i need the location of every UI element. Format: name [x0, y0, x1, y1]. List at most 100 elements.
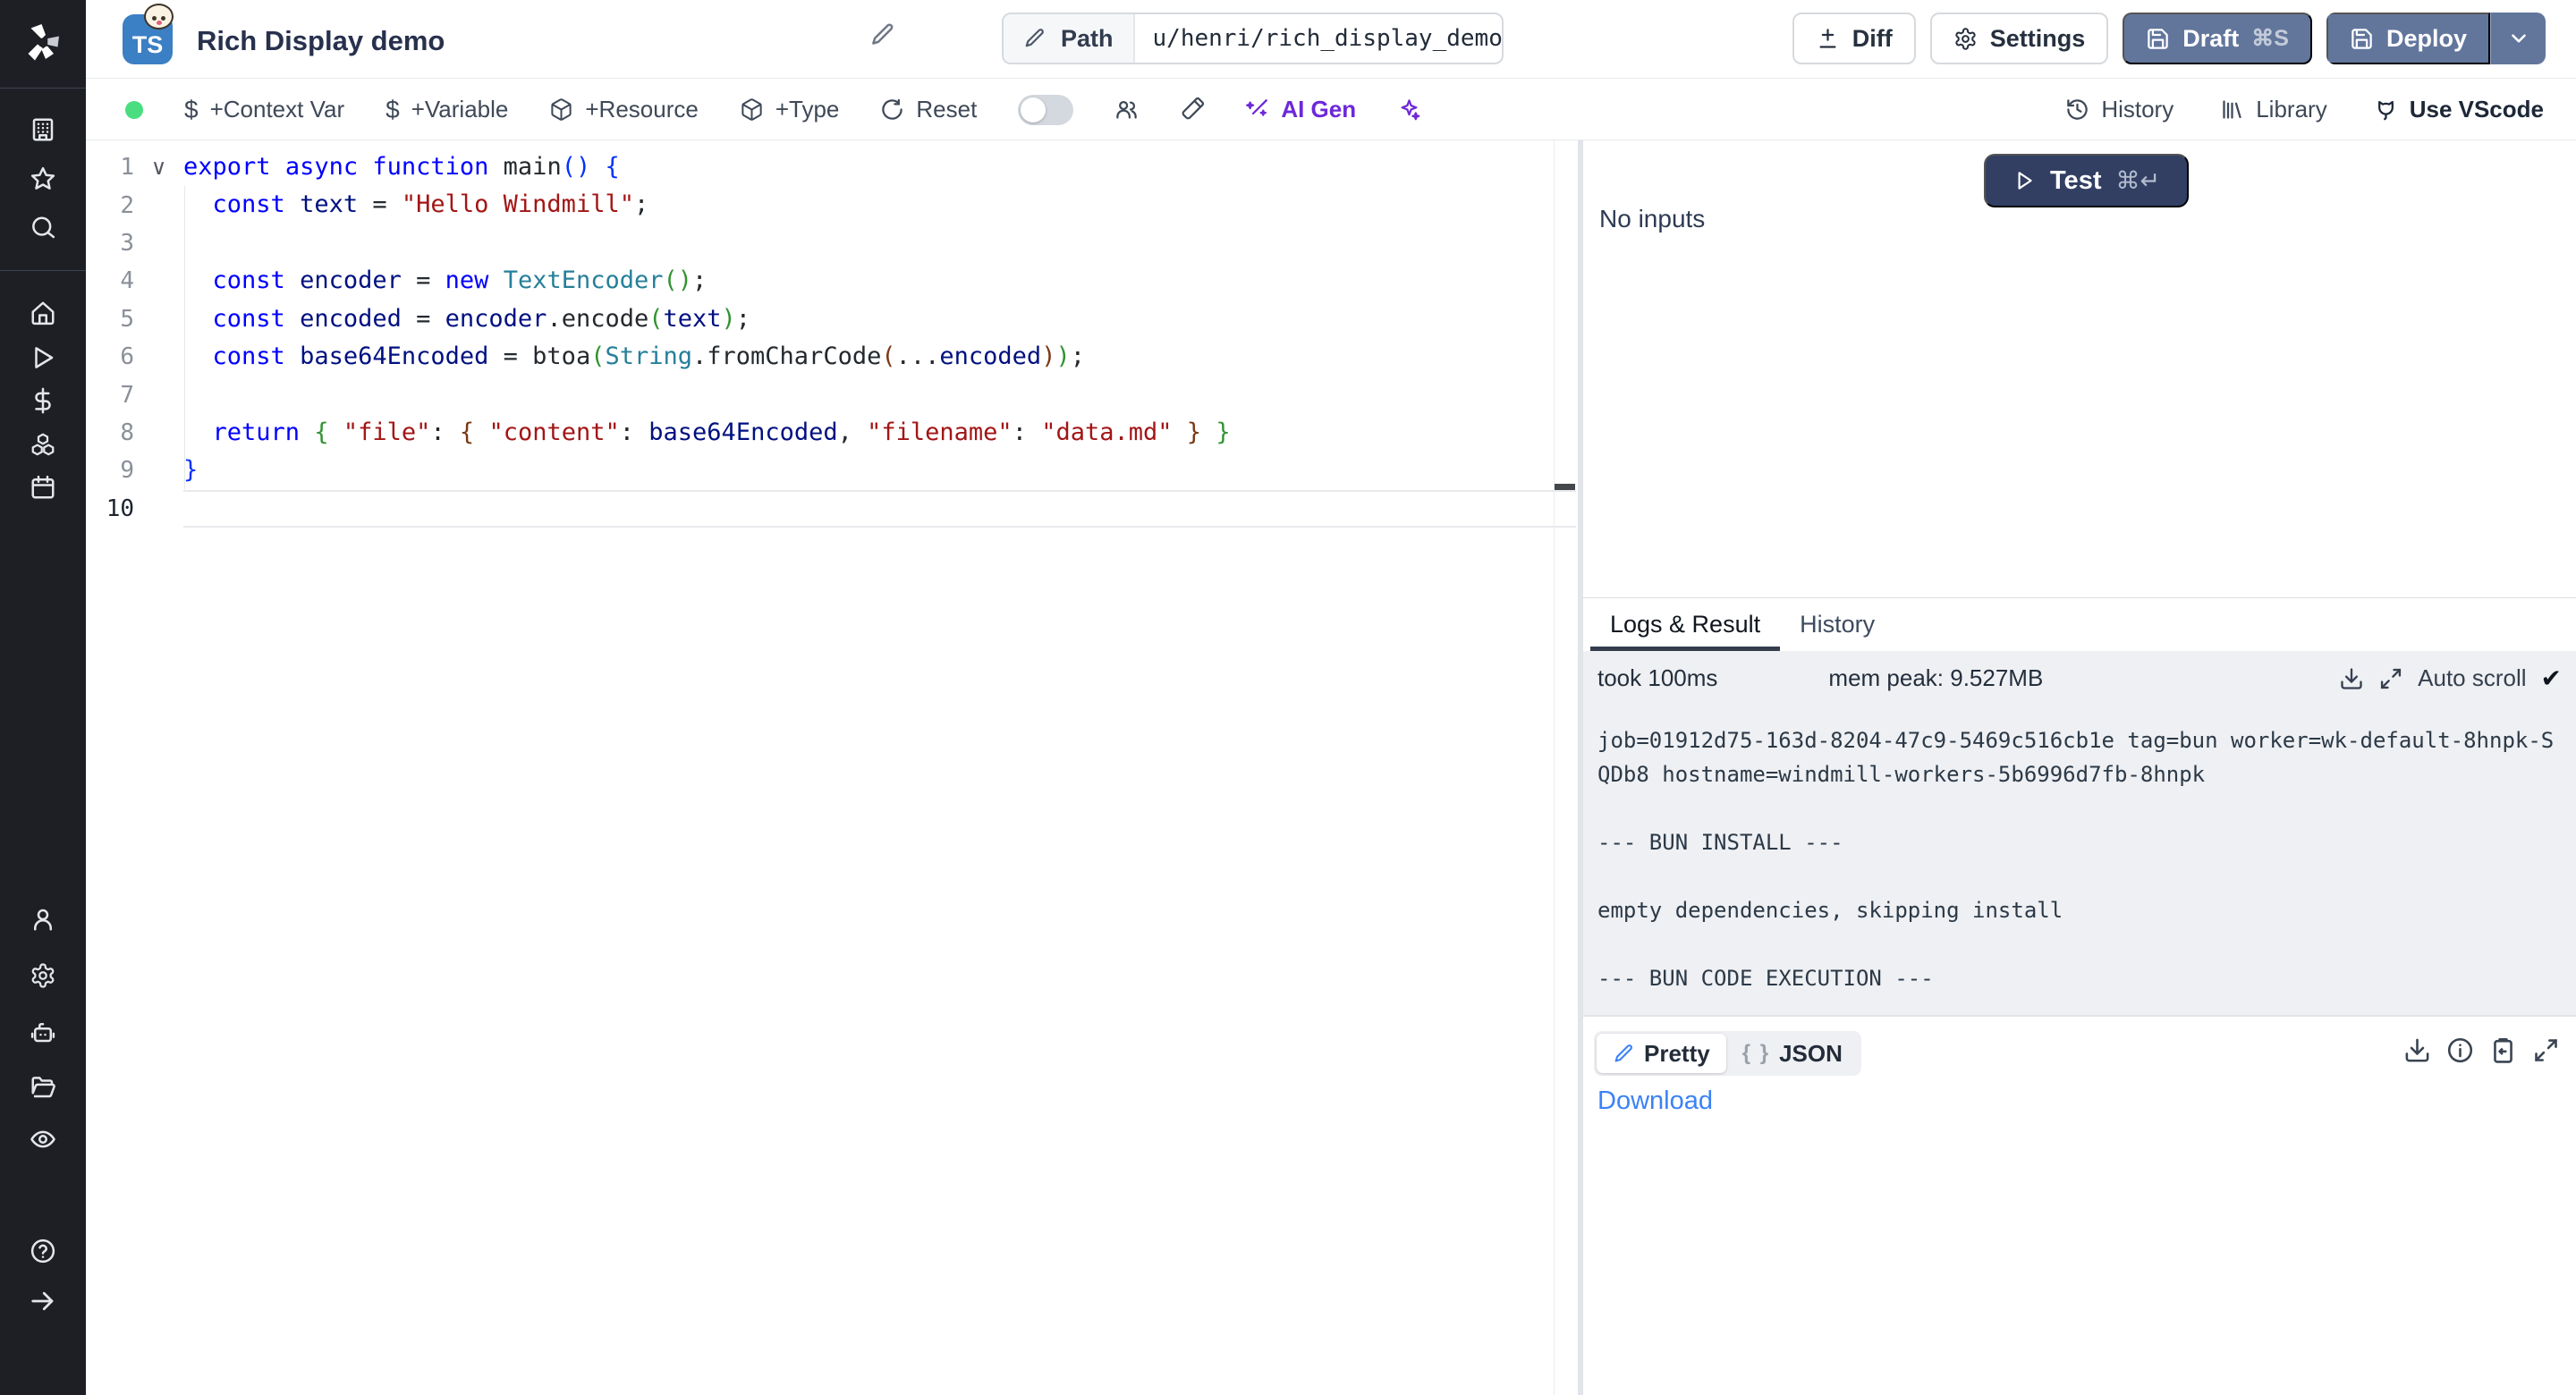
edit-path-button[interactable]: Path	[1004, 14, 1135, 63]
tab-history[interactable]: History	[1780, 598, 1894, 651]
code-line[interactable]: 4 const encoder = new TextEncoder();	[86, 262, 1578, 300]
dollar-icon: $	[386, 96, 400, 124]
code-editor[interactable]: 1∨export async function main() {2 const …	[86, 140, 1578, 1395]
run-panel: Test ⌘↵ No inputs Logs & Result History …	[1583, 140, 2576, 1395]
sidebar-item-workers[interactable]	[30, 1019, 56, 1045]
sidebar-item-schedules[interactable]	[30, 474, 56, 501]
code-line[interactable]: 9}	[86, 452, 1578, 489]
add-type-label: +Type	[775, 96, 840, 123]
code-line[interactable]: 2 const text = "Hello Windmill";	[86, 186, 1578, 224]
deploy-more-button[interactable]	[2490, 13, 2546, 64]
add-context-var-button[interactable]: $ +Context Var	[184, 96, 344, 124]
sidebar-item-account[interactable]	[30, 906, 56, 933]
json-view-button[interactable]: { } JSON	[1726, 1034, 1859, 1073]
code-line-text[interactable]: return { "file": { "content": base64Enco…	[183, 414, 1578, 452]
help-circle-icon	[30, 1238, 56, 1264]
calendar-icon	[30, 474, 56, 501]
chevron-down-icon	[2507, 27, 2530, 50]
play-icon	[2012, 169, 2036, 192]
code-line-text[interactable]: const text = "Hello Windmill";	[183, 186, 1578, 224]
code-line-text[interactable]: const encoded = encoder.encode(text);	[183, 300, 1578, 338]
expand-result-icon[interactable]	[2532, 1036, 2560, 1064]
reset-button[interactable]: Reset	[880, 96, 977, 123]
code-line-text[interactable]	[183, 490, 1576, 528]
sidebar-item-folders[interactable]	[30, 1074, 56, 1101]
test-button[interactable]: Test ⌘↵	[1984, 154, 2189, 207]
diff-button[interactable]: Diff	[1792, 13, 1916, 64]
add-resource-button[interactable]: +Resource	[549, 96, 698, 123]
code-line[interactable]: 1∨export async function main() {	[86, 148, 1578, 186]
sidebar-item-workspace[interactable]	[30, 116, 56, 143]
library-button[interactable]: Library	[2220, 96, 2326, 123]
auto-scroll-check-icon[interactable]: ✔	[2541, 664, 2562, 693]
auto-scroll-label[interactable]: Auto scroll	[2418, 664, 2526, 692]
fold-chevron-icon[interactable]: ∨	[134, 155, 183, 181]
toggle-switch[interactable]	[1018, 95, 1073, 125]
code-line-text[interactable]: }	[183, 452, 1578, 489]
code-line-text[interactable]	[183, 376, 1578, 413]
top-bar: TS Rich Display demo Path u/henri/rich_d…	[86, 0, 2576, 79]
settings-button[interactable]: Settings	[1930, 13, 2109, 64]
folder-open-icon	[30, 1074, 56, 1101]
format-code-button[interactable]	[1180, 97, 1204, 122]
add-variable-button[interactable]: $ +Variable	[386, 96, 508, 124]
sidebar-item-home[interactable]	[30, 300, 56, 326]
draft-button[interactable]: Draft ⌘S	[2123, 13, 2312, 64]
windmill-logo-icon[interactable]	[21, 21, 64, 64]
ai-sparkles-button[interactable]	[1397, 97, 1421, 122]
code-line-text[interactable]	[183, 224, 1578, 262]
dollar-icon: $	[184, 96, 199, 124]
sidebar-item-resources[interactable]	[30, 431, 56, 458]
use-vscode-button[interactable]: Use VScode	[2374, 96, 2544, 123]
sidebar-item-help[interactable]	[30, 1238, 56, 1264]
deploy-button[interactable]: Deploy	[2326, 13, 2490, 64]
pretty-view-button[interactable]: Pretty	[1597, 1034, 1726, 1073]
sidebar-item-favorites[interactable]	[30, 165, 56, 192]
script-path-value[interactable]: u/henri/rich_display_demo	[1135, 14, 1504, 63]
cat-icon	[2374, 97, 2398, 122]
run-logs[interactable]: job=01912d75-163d-8204-47c9-5469c516cb1e…	[1583, 706, 2576, 1015]
line-number: 10	[86, 495, 134, 522]
code-line-text[interactable]: const base64Encoded = btoa(String.fromCh…	[183, 338, 1578, 376]
ai-gen-button[interactable]: AI Gen	[1245, 96, 1356, 123]
play-icon	[30, 344, 56, 371]
code-line[interactable]: 8 return { "file": { "content": base64En…	[86, 414, 1578, 452]
code-lines: 1∨export async function main() {2 const …	[86, 140, 1578, 528]
code-line[interactable]: 6 const base64Encoded = btoa(String.from…	[86, 338, 1578, 376]
clipboard-copy-icon[interactable]	[2489, 1036, 2517, 1064]
expand-logs-icon[interactable]	[2378, 666, 2403, 691]
sidebar-divider	[0, 88, 86, 89]
line-number: 2	[86, 192, 134, 219]
code-line[interactable]: 3	[86, 224, 1578, 262]
sidebar-item-search[interactable]	[30, 215, 56, 241]
line-number: 6	[86, 343, 134, 370]
path-label-text: Path	[1061, 25, 1114, 53]
sidebar-item-variables[interactable]	[30, 387, 56, 414]
home-icon	[30, 300, 56, 326]
add-type-button[interactable]: +Type	[740, 96, 840, 123]
download-result-icon[interactable]	[2403, 1036, 2431, 1064]
history-button[interactable]: History	[2065, 96, 2174, 123]
sidebar-collapse-button[interactable]	[30, 1288, 56, 1315]
multiplayer-users-button[interactable]	[1114, 97, 1139, 122]
sidebar-item-audit[interactable]	[30, 1126, 56, 1153]
pen-icon	[1613, 1043, 1635, 1065]
library-label: Library	[2256, 96, 2326, 123]
code-line[interactable]: 7	[86, 376, 1578, 413]
edit-summary-button[interactable]	[869, 21, 905, 57]
line-number: 5	[86, 306, 134, 333]
multiplayer-toggle[interactable]	[1018, 95, 1073, 125]
code-line-text[interactable]: export async function main() {	[183, 148, 1578, 186]
sidebar-item-runs[interactable]	[30, 344, 56, 371]
run-duration: took 100ms	[1597, 664, 1717, 692]
tab-logs-result[interactable]: Logs & Result	[1590, 598, 1780, 651]
magic-wand-icon	[1245, 97, 1269, 122]
info-icon[interactable]	[2446, 1036, 2474, 1064]
download-result-link[interactable]: Download	[1597, 1086, 1713, 1116]
code-line[interactable]: 5 const encoded = encoder.encode(text);	[86, 300, 1578, 338]
download-logs-icon[interactable]	[2339, 666, 2364, 691]
code-line[interactable]: 10	[86, 490, 1578, 528]
sidebar-item-settings[interactable]	[30, 962, 56, 989]
use-vscode-label: Use VScode	[2410, 96, 2544, 123]
code-line-text[interactable]: const encoder = new TextEncoder();	[183, 262, 1578, 300]
